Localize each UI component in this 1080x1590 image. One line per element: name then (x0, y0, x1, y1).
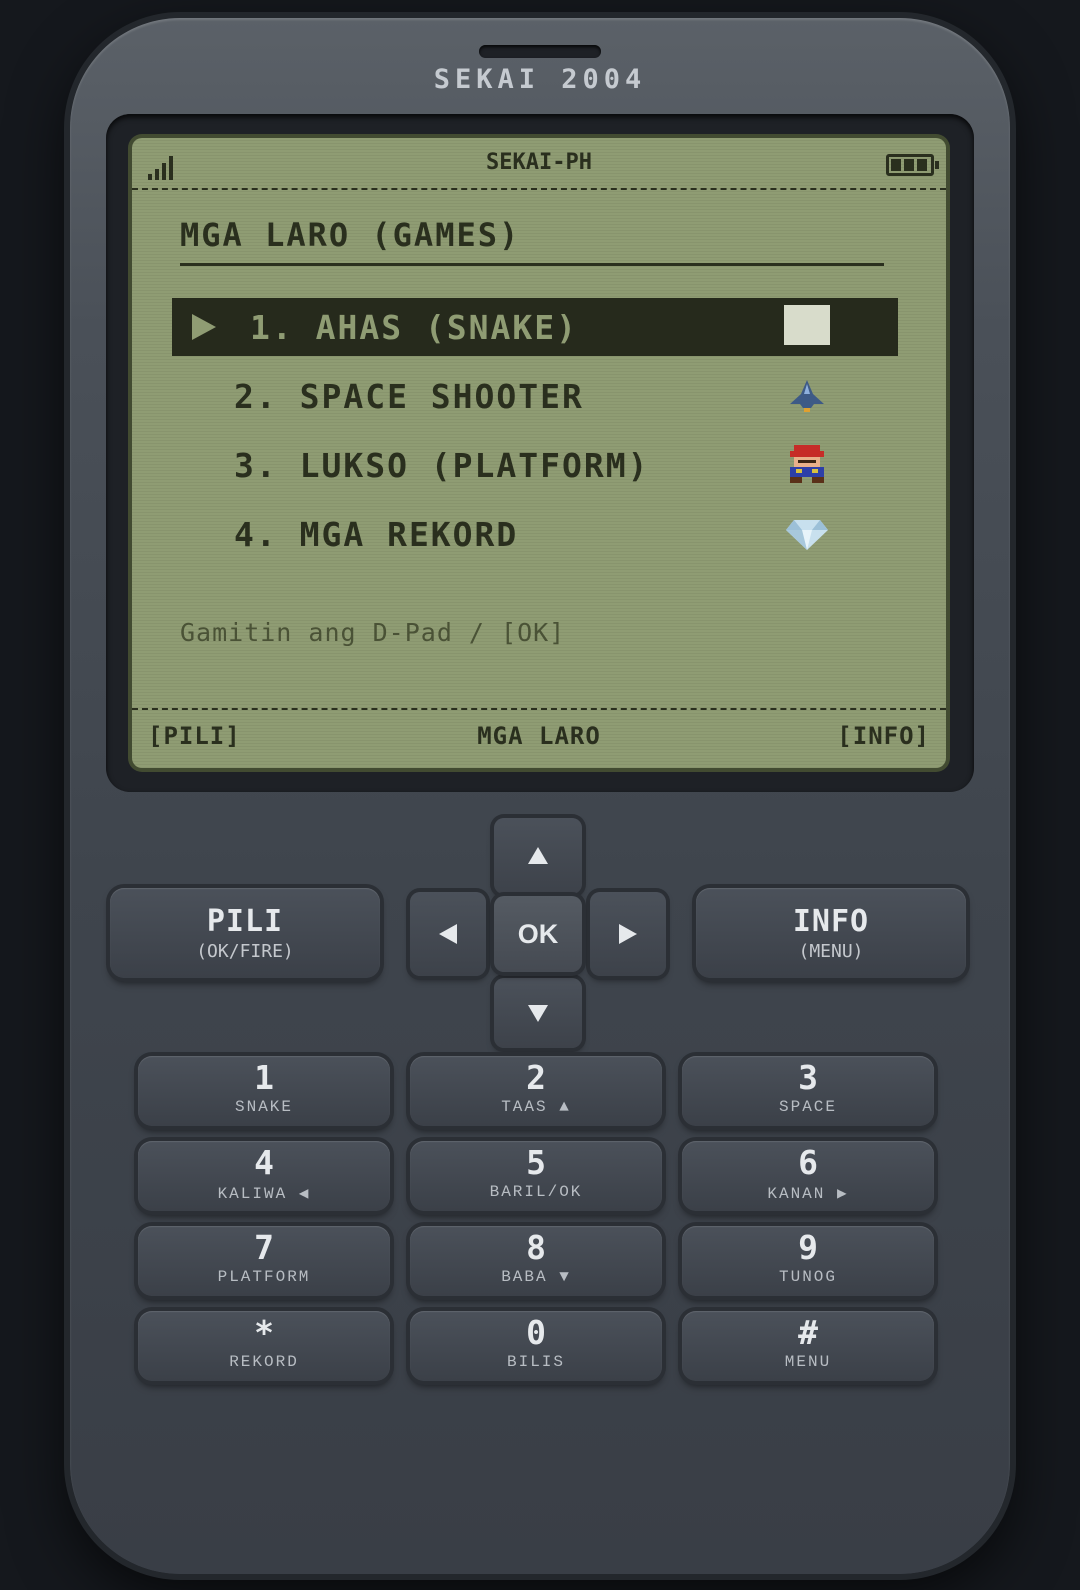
pili-sublabel: (OK/FIRE) (196, 941, 294, 962)
battery-icon (886, 154, 939, 176)
key-sublabel: PLATFORM (217, 1268, 311, 1286)
key-number: 4 (254, 1143, 274, 1182)
selection-caret-icon (192, 314, 216, 340)
pili-label: PILI (206, 904, 284, 939)
key-hash-button[interactable]: # MENU (682, 1311, 934, 1381)
key-8-button[interactable]: 8 BABA ▼ (410, 1226, 662, 1296)
dpad-down-button[interactable] (494, 978, 582, 1048)
screen-title: MGA LARO (GAMES) (180, 216, 884, 266)
plumber-sprite-icon (790, 445, 824, 483)
diamond-icon (786, 520, 828, 550)
key-number: 2 (526, 1058, 546, 1097)
arrow-right-icon (619, 924, 637, 944)
dpad-right-button[interactable] (590, 892, 666, 976)
key-number: 5 (526, 1143, 546, 1182)
key-number: # (798, 1313, 818, 1352)
white-square-icon (784, 305, 830, 345)
key-sublabel: BARIL/OK (489, 1183, 583, 1201)
key-7-button[interactable]: 7 PLATFORM (138, 1226, 390, 1296)
menu-item-label: 3. LUKSO (PLATFORM) (234, 445, 650, 485)
key-number: 3 (798, 1058, 818, 1097)
menu-item-snake[interactable]: 1. AHAS (SNAKE) (172, 298, 898, 356)
arrow-up-icon (528, 847, 548, 864)
key-number: 1 (254, 1058, 274, 1097)
key-sublabel: MENU (784, 1353, 832, 1371)
dpad-up-button[interactable] (494, 818, 582, 894)
key-0-button[interactable]: 0 BILIS (410, 1311, 662, 1381)
phone-body: SEKAI 2004 SEKAI-PH MGA LARO (GAMES) 1. … (70, 18, 1010, 1574)
key-sublabel: BABA ▼ (501, 1268, 571, 1286)
key-sublabel: SPACE (778, 1098, 837, 1116)
key-sublabel: REKORD (229, 1353, 299, 1371)
info-soft-button[interactable]: INFO (MENU) (696, 888, 966, 978)
key-sublabel: SNAKE (234, 1098, 293, 1116)
key-1-button[interactable]: 1 SNAKE (138, 1056, 390, 1126)
speaker-grille (479, 45, 601, 58)
carrier-name: SEKAI-PH (486, 150, 592, 175)
spaceship-icon (790, 380, 824, 412)
key-2-button[interactable]: 2 TAAS ▲ (410, 1056, 662, 1126)
arrow-left-icon (439, 924, 457, 944)
softkey-center-label: MGA LARO (477, 722, 601, 750)
dpad-left-button[interactable] (410, 892, 486, 976)
key-star-button[interactable]: * REKORD (138, 1311, 390, 1381)
key-5-button[interactable]: 5 BARIL/OK (410, 1141, 662, 1211)
menu-item-label: 4. MGA REKORD (234, 514, 519, 554)
key-6-button[interactable]: 6 KANAN ▶ (682, 1141, 934, 1211)
key-number: 7 (254, 1228, 274, 1267)
softkey-left-label: [PILI] (148, 722, 241, 750)
games-menu: 1. AHAS (SNAKE) 2. SPACE SHOOTER 3. LUKS… (172, 298, 898, 574)
hint-text: Gamitin ang D-Pad / [OK] (180, 618, 566, 647)
menu-item-label: 1. AHAS (SNAKE) (250, 307, 579, 347)
key-4-button[interactable]: 4 KALIWA ◀ (138, 1141, 390, 1211)
menu-item-platform[interactable]: 3. LUKSO (PLATFORM) (172, 436, 898, 494)
pili-soft-button[interactable]: PILI (OK/FIRE) (110, 888, 380, 978)
key-sublabel: BILIS (506, 1353, 565, 1371)
key-sublabel: TAAS ▲ (501, 1098, 571, 1116)
key-number: 8 (526, 1228, 546, 1267)
softkey-right-label: [INFO] (837, 722, 930, 750)
key-number: 9 (798, 1228, 818, 1267)
arrow-down-icon (528, 1005, 548, 1022)
key-number: * (254, 1313, 274, 1352)
info-label: INFO (792, 904, 870, 939)
lcd-screen: SEKAI-PH MGA LARO (GAMES) 1. AHAS (SNAKE… (132, 138, 946, 768)
softkey-bar: MGA LARO [PILI] [INFO] (132, 708, 946, 768)
key-3-button[interactable]: 3 SPACE (682, 1056, 934, 1126)
key-sublabel: KANAN ▶ (767, 1185, 849, 1203)
key-9-button[interactable]: 9 TUNOG (682, 1226, 934, 1296)
key-sublabel: TUNOG (778, 1268, 837, 1286)
key-number: 0 (526, 1313, 546, 1352)
info-sublabel: (MENU) (798, 941, 864, 962)
brand-label: SEKAI 2004 (433, 64, 647, 95)
menu-item-records[interactable]: 4. MGA REKORD (172, 505, 898, 563)
dpad-ok-button[interactable]: OK (494, 896, 582, 972)
key-sublabel: KALIWA ◀ (217, 1185, 311, 1203)
status-bar: SEKAI-PH (132, 138, 946, 190)
key-number: 6 (798, 1143, 818, 1182)
menu-item-space-shooter[interactable]: 2. SPACE SHOOTER (172, 367, 898, 425)
menu-item-label: 2. SPACE SHOOTER (234, 376, 584, 416)
